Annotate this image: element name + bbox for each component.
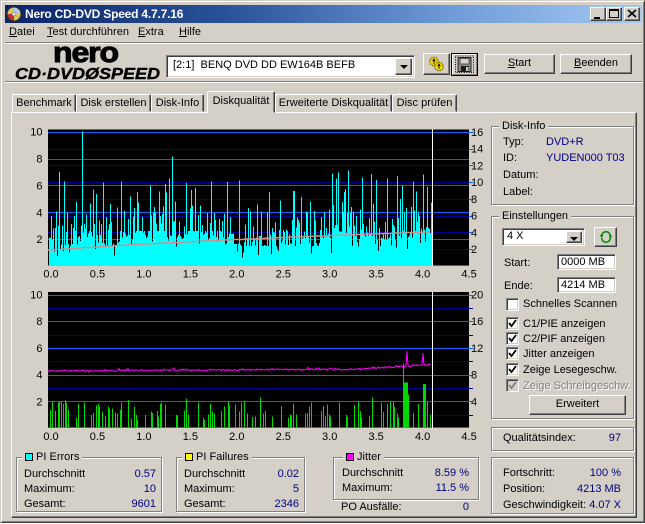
svg-text:2: 2 xyxy=(471,244,477,256)
svg-text:2.5: 2.5 xyxy=(276,431,291,443)
svg-text:4.0: 4.0 xyxy=(415,269,430,281)
svg-text:1.0: 1.0 xyxy=(136,269,151,281)
svg-text:8: 8 xyxy=(471,194,477,206)
svg-text:2: 2 xyxy=(36,234,42,246)
svg-text:0.0: 0.0 xyxy=(43,431,58,443)
svg-text:10: 10 xyxy=(471,177,483,189)
svg-text:4: 4 xyxy=(471,396,477,408)
svg-text:3.5: 3.5 xyxy=(369,431,384,443)
svg-text:2.0: 2.0 xyxy=(229,431,244,443)
svg-text:4: 4 xyxy=(471,227,477,239)
svg-text:10: 10 xyxy=(30,127,42,139)
svg-text:0.5: 0.5 xyxy=(90,431,105,443)
svg-text:3.5: 3.5 xyxy=(369,269,384,281)
svg-text:2.0: 2.0 xyxy=(229,269,244,281)
svg-text:6: 6 xyxy=(471,211,477,223)
svg-text:12: 12 xyxy=(471,160,483,172)
svg-text:20: 20 xyxy=(471,290,483,302)
svg-text:16: 16 xyxy=(471,127,483,139)
svg-text:14: 14 xyxy=(471,144,483,156)
svg-text:3.0: 3.0 xyxy=(322,431,337,443)
svg-text:2.5: 2.5 xyxy=(276,269,291,281)
svg-text:0.5: 0.5 xyxy=(90,269,105,281)
svg-text:4.5: 4.5 xyxy=(461,269,476,281)
svg-text:6: 6 xyxy=(36,343,42,355)
svg-text:12: 12 xyxy=(471,343,483,355)
svg-text:4: 4 xyxy=(36,370,42,382)
svg-text:1.5: 1.5 xyxy=(183,269,198,281)
svg-text:6: 6 xyxy=(36,180,42,192)
svg-text:3.0: 3.0 xyxy=(322,269,337,281)
svg-text:4.5: 4.5 xyxy=(461,431,476,443)
svg-text:0.0: 0.0 xyxy=(43,269,58,281)
svg-text:10: 10 xyxy=(30,290,42,302)
svg-text:2: 2 xyxy=(36,396,42,408)
svg-text:1.5: 1.5 xyxy=(183,431,198,443)
svg-text:8: 8 xyxy=(471,370,477,382)
svg-text:16: 16 xyxy=(471,316,483,328)
svg-text:4.0: 4.0 xyxy=(415,431,430,443)
svg-text:8: 8 xyxy=(36,316,42,328)
svg-text:8: 8 xyxy=(36,154,42,166)
svg-text:1.0: 1.0 xyxy=(136,431,151,443)
svg-text:4: 4 xyxy=(36,207,42,219)
